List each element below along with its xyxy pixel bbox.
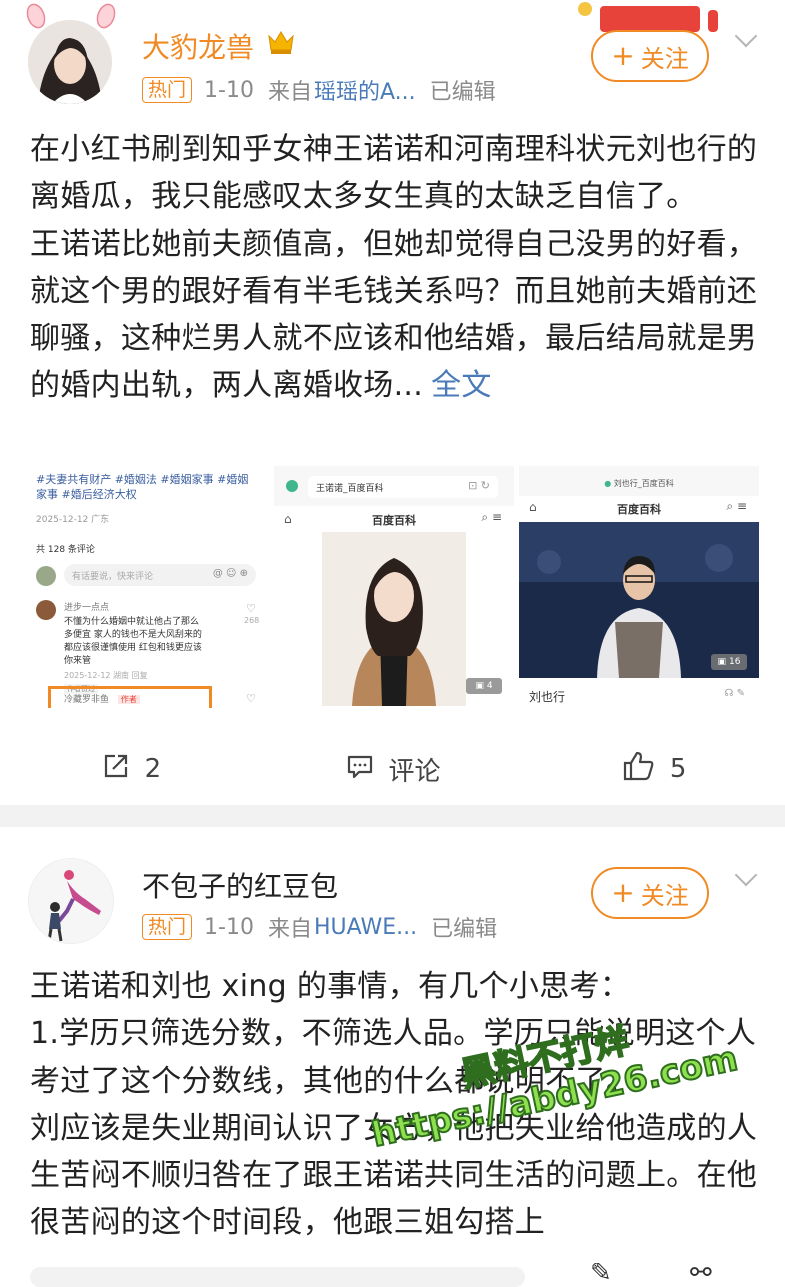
- thumbs-up-icon: [622, 750, 656, 789]
- post-divider: [0, 805, 785, 827]
- comment-icon: [345, 751, 375, 788]
- share-icon: [101, 751, 131, 788]
- photo-count-badge: ▣ 4: [466, 678, 502, 694]
- edited-label: 已编辑: [429, 80, 496, 105]
- comment-button[interactable]: 评论: [262, 734, 524, 804]
- follow-button[interactable]: + 关注: [591, 867, 709, 919]
- repost-count: 2: [144, 754, 162, 784]
- post-meta: 热门 1-10 来自 HUAWE... 已编辑: [142, 911, 497, 943]
- post-date: 1-10: [204, 77, 254, 103]
- hot-badge: 热门: [142, 914, 193, 940]
- follow-label: 关注: [640, 44, 689, 73]
- bunny-ears-decoration: [22, 2, 122, 34]
- edited-label: 已编辑: [431, 917, 498, 942]
- username[interactable]: 大豹龙兽: [142, 26, 254, 66]
- expand-full-text-link[interactable]: 全文: [431, 368, 492, 403]
- source-link[interactable]: 瑶瑶的A...: [314, 74, 416, 106]
- paragraph-1: 王诺诺和刘也 xing 的事情，有几个小思考：: [30, 969, 631, 1004]
- paragraph-2: 王诺诺比她前夫颜值高，但她却觉得自己没男的好看，就这个男的跟好看有半毛钱关系吗？…: [30, 226, 758, 404]
- post-card-2: 不包子的红豆包 热门 1-10 来自 HUAWE... 已编辑 + 关注 王诺诺…: [0, 827, 785, 1287]
- post-date: 1-10: [204, 914, 254, 940]
- post-card-1: 大豹龙兽 热门 1-10 来自 瑶瑶的A... 已编辑 + 关注 在小红书刷到知…: [0, 0, 785, 805]
- photo-count-badge: ▣ 16: [711, 654, 747, 670]
- plus-icon: +: [611, 39, 635, 72]
- plus-icon: +: [611, 876, 635, 909]
- crown-badge-icon: [266, 28, 296, 60]
- like-count: 5: [669, 754, 687, 784]
- bottom-toolbar-partial: [30, 1267, 525, 1287]
- source-prefix: 来自: [267, 80, 312, 105]
- paragraph-2: 1.学历只筛选分数，不筛选人品。学历只能说明这个人考过了这个分数线，其他的什么都…: [30, 1016, 757, 1099]
- person-photo: [322, 532, 466, 706]
- post-meta: 热门 1-10 来自 瑶瑶的A... 已编辑: [142, 74, 496, 106]
- image-thumbnail-baike-1[interactable]: 王诺诺_百度百科 ⊡ ↻ ⌂ 百度百科 ⌕ ≡ ▣ 4: [274, 466, 514, 708]
- comment-input: 有话要说，快来评论 @ ☺ ⊕: [64, 564, 256, 586]
- address-bar: 王诺诺_百度百科 ⊡ ↻: [308, 476, 498, 498]
- username[interactable]: 不包子的红豆包: [142, 865, 338, 905]
- user-avatar[interactable]: [28, 858, 114, 944]
- image-thumbnail-comments[interactable]: #夫妻共有财产 #婚姻法 #婚姻家事 #婚姻 家事 #婚后经济大权 2025-1…: [28, 466, 268, 708]
- paragraph-3: 刘应该是失业期间认识了女方，他把失业给他造成的人生苦闷不顺归咎在了跟王诺诺共同生…: [30, 1110, 758, 1241]
- chevron-down-icon[interactable]: [734, 24, 758, 48]
- follow-button[interactable]: + 关注: [591, 30, 709, 82]
- link-icon[interactable]: ⚯: [690, 1263, 712, 1280]
- action-bar: 2 评论 5: [0, 734, 785, 804]
- edit-icon[interactable]: ✎: [590, 1263, 612, 1280]
- comment-label: 评论: [388, 756, 441, 787]
- paragraph-1: 在小红书刷到知乎女神王诺诺和河南理科状元刘也行的离婚瓜，我只能感叹太多女生真的太…: [30, 132, 758, 215]
- image-thumbnail-baike-2[interactable]: ● 刘也行_百度百科 ⌂ 百度百科 ⌕ ≡ ▣ 16 刘也行 ☊ ✎: [519, 466, 759, 708]
- photo-caption: 刘也行: [529, 690, 566, 704]
- like-button[interactable]: 5: [523, 734, 785, 804]
- repost-button[interactable]: 2: [0, 734, 262, 804]
- source-prefix: 来自: [267, 917, 312, 942]
- post-body: 王诺诺和刘也 xing 的事情，有几个小思考： 1.学历只筛选分数，不筛选人品。…: [30, 963, 758, 1247]
- source-link[interactable]: HUAWE...: [314, 915, 417, 940]
- post-body: 在小红书刷到知乎女神王诺诺和河南理科状元刘也行的离婚瓜，我只能感叹太多女生真的太…: [30, 126, 758, 410]
- hot-badge: 热门: [142, 77, 193, 103]
- chevron-down-icon[interactable]: [734, 863, 758, 887]
- follow-label: 关注: [640, 881, 689, 910]
